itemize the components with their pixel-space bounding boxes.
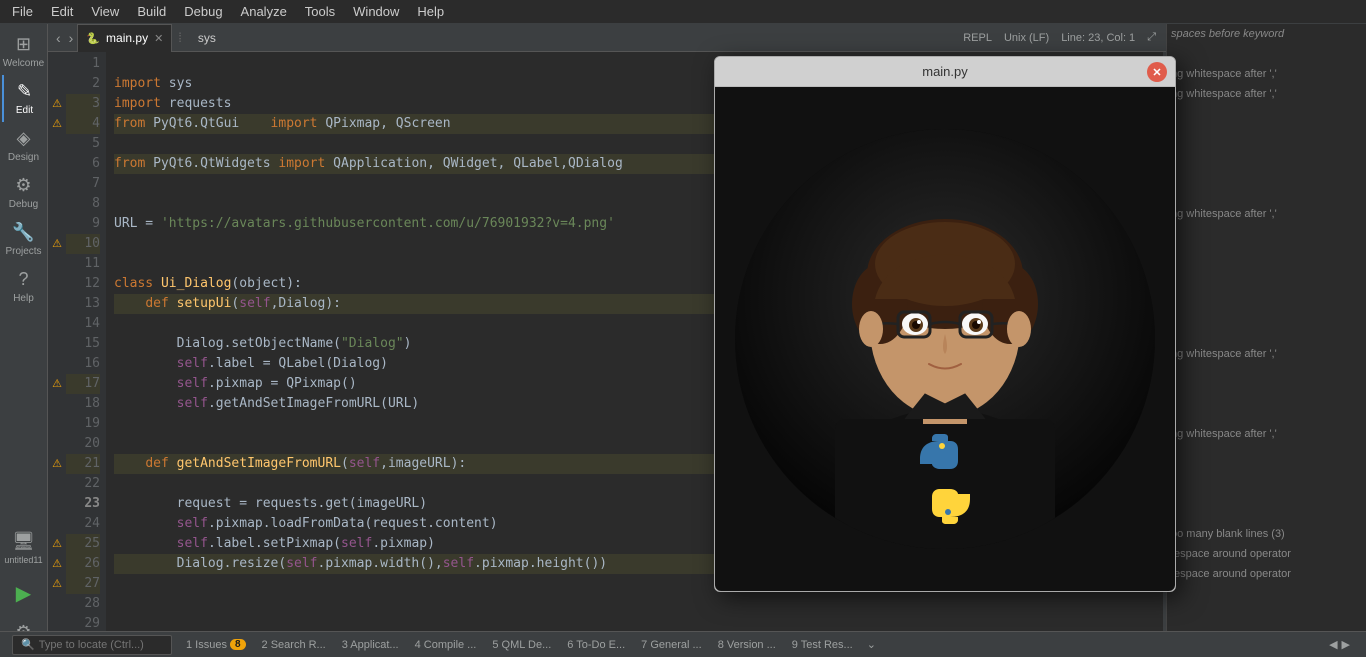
- sidebar-item-edit[interactable]: ✎ Edit: [2, 75, 46, 122]
- expand-icon[interactable]: ⤢: [1147, 31, 1156, 44]
- tab-sys[interactable]: sys: [188, 31, 226, 45]
- menu-analyze[interactable]: Analyze: [233, 2, 295, 21]
- sidebar-label-welcome: Welcome: [3, 58, 45, 69]
- statusbar-qml[interactable]: 5 QML De...: [486, 632, 557, 657]
- right-panel: spaces before keyword ng whitespace afte…: [1166, 24, 1366, 657]
- version-label: 8 Version ...: [718, 639, 776, 651]
- statusbar-more[interactable]: ⌄: [863, 638, 880, 651]
- dialog-close-button[interactable]: ✕: [1147, 62, 1167, 82]
- warning-gutter: ⚠ ⚠ ⚠ ⚠ ⚠: [48, 52, 66, 637]
- menubar: File Edit View Build Debug Analyze Tools…: [0, 0, 1366, 24]
- sidebar-label-help: Help: [13, 293, 34, 304]
- statusbar-expand-right[interactable]: ▶: [1342, 638, 1350, 651]
- dialog-titlebar: main.py ✕: [715, 57, 1175, 87]
- menu-view[interactable]: View: [83, 2, 127, 21]
- tab-next-button[interactable]: ›: [65, 24, 78, 52]
- statusbar-issues[interactable]: 1 Issues 8: [180, 632, 252, 657]
- testres-label: 9 Test Res...: [792, 639, 853, 651]
- sidebar-item-debug[interactable]: ⚙ Debug: [2, 169, 46, 216]
- statusbar-version[interactable]: 8 Version ...: [712, 632, 782, 657]
- sidebar-item-help[interactable]: ? Help: [2, 263, 46, 310]
- statusbar-compile[interactable]: 4 Compile ...: [409, 632, 483, 657]
- tab-separator: ⁞: [172, 30, 188, 45]
- tab-bar: ‹ › 🐍 main.py ✕ ⁞ sys REPL Unix (LF) Lin…: [48, 24, 1166, 52]
- sidebar-item-welcome[interactable]: ⊞ Welcome: [2, 28, 46, 75]
- tab-close-main-py[interactable]: ✕: [154, 32, 163, 45]
- search-icon-statusbar: 🔍: [21, 638, 35, 651]
- tab-prev-button[interactable]: ‹: [52, 24, 65, 52]
- sidebar-item-device[interactable]: 🖥 untitled11: [2, 525, 46, 571]
- sidebar-label-projects: Projects: [5, 246, 41, 257]
- menu-file[interactable]: File: [4, 2, 41, 21]
- statusbar-todo[interactable]: 6 To-Do E...: [561, 632, 631, 657]
- tab-label-main-py: main.py: [106, 31, 148, 45]
- device-icon: 🖥: [12, 531, 35, 552]
- sidebar-item-projects[interactable]: 🔧 Projects: [2, 216, 46, 263]
- floating-dialog: main.py ✕: [714, 56, 1176, 592]
- menu-edit[interactable]: Edit: [43, 2, 81, 21]
- menu-help[interactable]: Help: [409, 2, 452, 21]
- sidebar-label-edit: Edit: [16, 105, 33, 116]
- sidebar-run-button[interactable]: ▶: [2, 575, 46, 612]
- dialog-title: main.py: [922, 64, 968, 79]
- tab-icon-py: 🐍: [86, 32, 100, 45]
- general-label: 7 General ...: [641, 639, 702, 651]
- menu-window[interactable]: Window: [345, 2, 407, 21]
- todo-label: 6 To-Do E...: [567, 639, 625, 651]
- menu-debug[interactable]: Debug: [176, 2, 230, 21]
- help-icon: ?: [18, 269, 28, 290]
- line-numbers: 1 2 3 4 5 6 7 8 9 10 11 12 13 14 15 16 1…: [66, 52, 106, 637]
- statusbar-expand-left[interactable]: ◀: [1329, 638, 1337, 651]
- projects-icon: 🔧: [12, 222, 34, 243]
- statusbar-search-input[interactable]: [39, 639, 159, 651]
- compile-label: 4 Compile ...: [415, 639, 477, 651]
- issues-label: 1 Issues: [186, 639, 227, 651]
- menu-build[interactable]: Build: [129, 2, 174, 21]
- statusbar-general[interactable]: 7 General ...: [635, 632, 708, 657]
- issues-badge: 8: [230, 639, 246, 650]
- design-icon: ◈: [17, 128, 31, 149]
- sidebar-label-design: Design: [8, 152, 39, 163]
- tab-main-py[interactable]: 🐍 main.py ✕: [77, 24, 172, 52]
- statusbar-testres[interactable]: 9 Test Res...: [786, 632, 859, 657]
- repl-label[interactable]: REPL: [963, 32, 992, 44]
- dialog-body: [715, 87, 1175, 591]
- run-icon: ▶: [16, 581, 31, 606]
- search-results-label: 2 Search R...: [262, 639, 326, 651]
- debug-icon: ⚙: [15, 175, 31, 196]
- statusbar-application[interactable]: 3 Applicat...: [336, 632, 405, 657]
- status-bar: 🔍 1 Issues 8 2 Search R... 3 Applicat...…: [0, 631, 1366, 657]
- left-sidebar: ⊞ Welcome ✎ Edit ◈ Design ⚙ Debug 🔧 Proj…: [0, 24, 48, 657]
- encoding-label[interactable]: Unix (LF): [1004, 32, 1049, 44]
- sidebar-item-design[interactable]: ◈ Design: [2, 122, 46, 169]
- application-label: 3 Applicat...: [342, 639, 399, 651]
- statusbar-search[interactable]: 2 Search R...: [256, 632, 332, 657]
- welcome-icon: ⊞: [16, 34, 31, 55]
- sidebar-device-label: untitled11: [4, 555, 42, 565]
- menu-tools[interactable]: Tools: [297, 2, 343, 21]
- sidebar-label-debug: Debug: [9, 199, 38, 210]
- qml-label: 5 QML De...: [492, 639, 551, 651]
- position-label: Line: 23, Col: 1: [1061, 32, 1135, 44]
- edit-icon: ✎: [17, 81, 32, 102]
- avatar-circle: [735, 129, 1155, 549]
